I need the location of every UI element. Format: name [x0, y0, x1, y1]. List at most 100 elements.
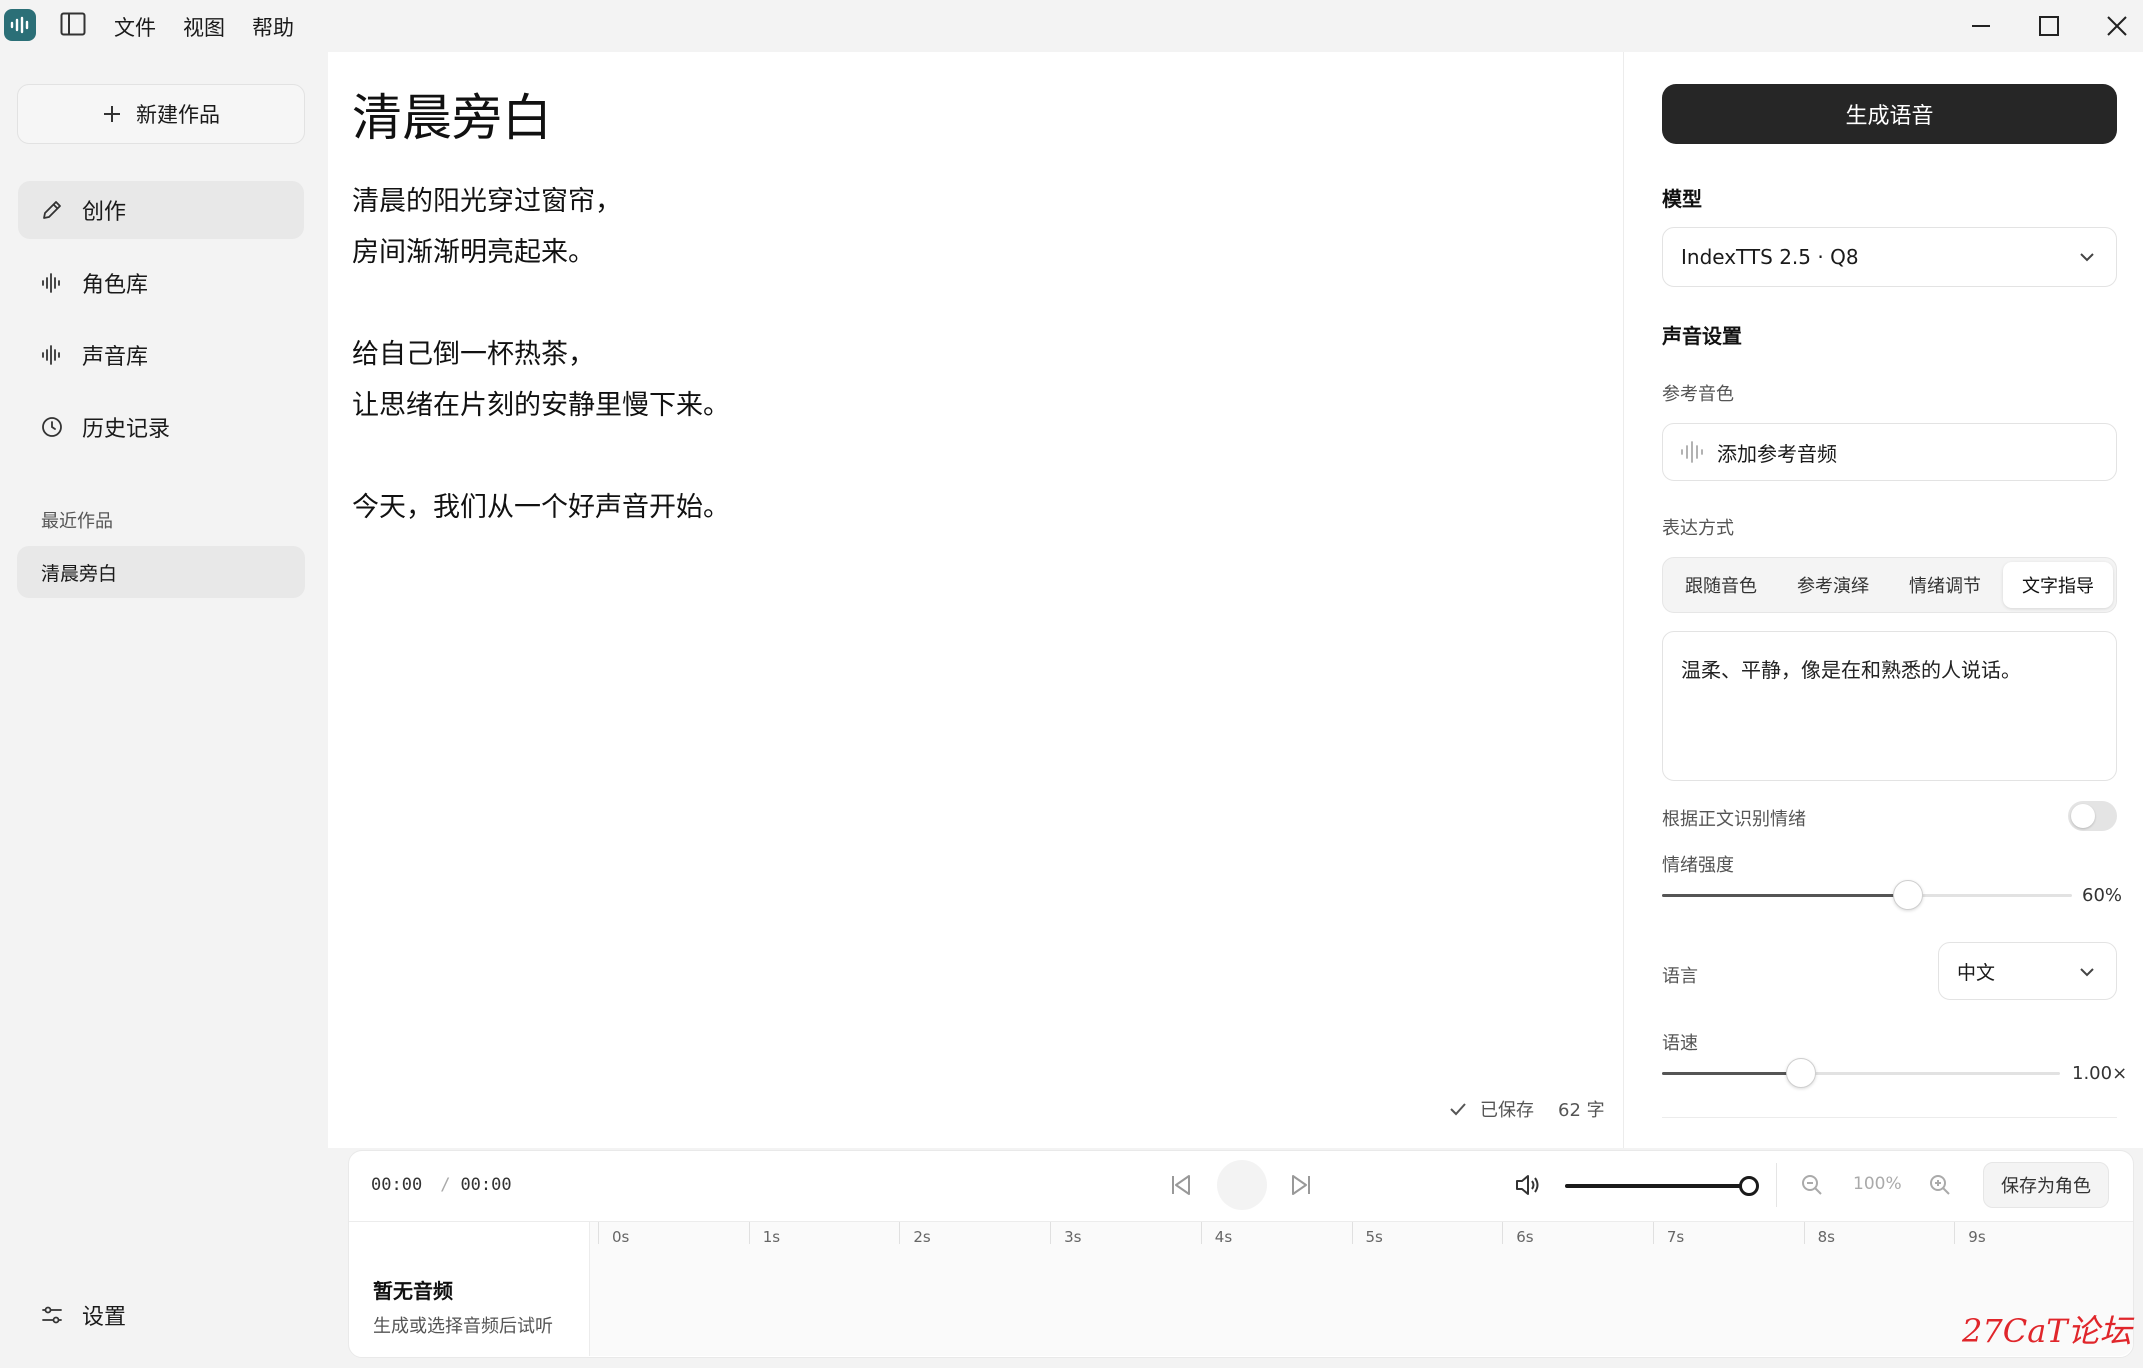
new-work-label: 新建作品 [136, 103, 220, 127]
timeline-tick [1803, 1222, 1805, 1244]
sliders-icon [42, 1306, 62, 1324]
speed-value: 1.00× [2072, 1063, 2128, 1084]
slider-thumb[interactable] [1893, 880, 1923, 910]
timeline-tick-label: 8s [1817, 1228, 1835, 1246]
timeline-tick [1502, 1222, 1504, 1244]
generate-speech-button[interactable]: 生成语音 [1662, 84, 2117, 144]
timeline-tick [1200, 1222, 1202, 1244]
emotion-strength-value: 60% [2082, 885, 2123, 906]
slider-thumb[interactable] [1786, 1058, 1816, 1088]
editor-line[interactable]: 清晨的阳光穿过窗帘， [352, 176, 622, 227]
timeline-tick-label: 3s [1064, 1228, 1082, 1246]
time-display: 00:00 / 00:00 [371, 1175, 512, 1195]
sidebar [0, 52, 328, 1368]
timeline-tick-label: 4s [1214, 1228, 1233, 1246]
instruction-textarea[interactable]: 温柔、平静，像是在和熟悉的人说话。 [1662, 631, 2117, 781]
zoom-in-button[interactable] [1928, 1173, 1952, 1201]
minimize-button[interactable] [1965, 10, 1997, 42]
saved-label: 已保存 [1480, 1100, 1534, 1121]
app-logo-icon [4, 9, 36, 41]
tab-reference-performance[interactable]: 参考演绎 [1779, 562, 1887, 608]
menu-file[interactable]: 文件 [114, 12, 156, 42]
language-select[interactable]: 中文 [1938, 942, 2117, 1000]
slider-fill [1565, 1184, 1749, 1188]
zoom-out-icon [1802, 1175, 1822, 1195]
timeline-tick [1954, 1222, 1956, 1244]
emotion-strength-slider[interactable] [1662, 880, 2072, 910]
recent-works-heading: 最近作品 [41, 511, 113, 532]
add-reference-audio-label: 添加参考音频 [1717, 441, 1837, 466]
save-as-role-button[interactable]: 保存为角色 [1983, 1162, 2109, 1208]
settings-button[interactable]: 设置 [18, 1286, 304, 1344]
sidebar-item-create[interactable]: 创作 [18, 181, 304, 239]
voice-settings-heading: 声音设置 [1662, 324, 1742, 348]
sidebar-item-label: 创作 [82, 200, 127, 225]
tab-emotion-adjust[interactable]: 情绪调节 [1891, 562, 1999, 608]
editor-line[interactable]: 今天，我们从一个好声音开始。 [352, 482, 730, 533]
speed-slider[interactable] [1662, 1058, 2060, 1088]
skip-forward-button[interactable] [1288, 1172, 1314, 1202]
timeline-tick [1652, 1222, 1654, 1244]
skip-forward-icon [1292, 1175, 1310, 1195]
volume-button[interactable] [1514, 1172, 1542, 1202]
waveform-icon [1681, 441, 1703, 463]
sidebar-item-label: 声音库 [82, 345, 149, 370]
menu-view[interactable]: 视图 [183, 12, 225, 42]
maximize-button[interactable] [2033, 10, 2065, 42]
editor-line[interactable]: 房间渐渐明亮起来。 [352, 227, 595, 278]
timeline-tick [1351, 1222, 1353, 1244]
timeline-tick [899, 1222, 901, 1244]
zoom-out-button[interactable] [1800, 1173, 1824, 1201]
menu-help[interactable]: 帮助 [252, 12, 294, 42]
sidebar-item-voices[interactable]: 声音库 [18, 326, 304, 384]
new-work-button[interactable]: 新建作品 [17, 84, 305, 144]
timeline-tick [748, 1222, 750, 1244]
tab-text-guidance[interactable]: 文字指导 [2003, 562, 2113, 608]
reference-timbre-label: 参考音色 [1662, 384, 1734, 405]
volume-slider[interactable] [1565, 1176, 1759, 1196]
editor-line[interactable]: 让思绪在片刻的安静里慢下来。 [352, 380, 730, 431]
current-time: 00:00 [371, 1175, 423, 1195]
sidebar-item-roles[interactable]: 角色库 [18, 254, 304, 312]
timeline-tick-label: 1s [762, 1228, 781, 1246]
play-button[interactable] [1217, 1160, 1267, 1210]
skip-back-icon [1172, 1175, 1190, 1195]
timeline-tick [1050, 1222, 1052, 1244]
timeline-tick-label: 5s [1365, 1228, 1383, 1246]
timeline-tick-label: 7s [1666, 1228, 1685, 1246]
title-bar: 文件 视图 帮助 [0, 0, 2143, 52]
auto-emotion-label: 根据正文识别情绪 [1662, 809, 1806, 830]
skip-back-button[interactable] [1168, 1172, 1194, 1202]
timeline-tick-label: 6s [1516, 1228, 1534, 1246]
pencil-icon [43, 201, 61, 219]
timeline-tick-label: 0s [612, 1228, 630, 1246]
add-reference-audio-button[interactable]: 添加参考音频 [1662, 423, 2117, 481]
empty-audio-hint: 生成或选择音频后试听 [373, 1316, 553, 1337]
waveform-icon [42, 345, 60, 365]
minimize-icon [1972, 25, 1990, 27]
page-title[interactable]: 清晨旁白 [352, 78, 552, 150]
model-value: IndexTTS 2.5 · Q8 [1681, 245, 1859, 269]
sidebar-item-history[interactable]: 历史记录 [18, 398, 304, 456]
model-select[interactable]: IndexTTS 2.5 · Q8 [1662, 227, 2117, 287]
tab-follow-timbre[interactable]: 跟随音色 [1667, 562, 1775, 608]
recent-work-label: 清晨旁白 [41, 562, 118, 585]
slider-fill [1662, 894, 1908, 897]
timeline-tick-label: 9s [1968, 1228, 1986, 1246]
check-icon [1450, 1103, 1466, 1116]
timeline-track[interactable] [590, 1222, 2133, 1356]
slider-thumb[interactable] [1739, 1176, 1759, 1196]
watermark: 27CaT论坛 [1962, 1312, 2132, 1350]
maximize-icon [2039, 16, 2059, 36]
total-time: 00:00 [460, 1175, 512, 1195]
auto-emotion-toggle[interactable] [2068, 801, 2117, 831]
close-button[interactable] [2101, 10, 2133, 42]
chevron-down-icon [2080, 968, 2094, 977]
chevron-down-icon [2080, 253, 2094, 262]
sidebar-toggle-icon[interactable] [60, 12, 86, 40]
expression-label: 表达方式 [1662, 518, 1734, 539]
close-icon [2107, 16, 2127, 36]
plus-icon [104, 106, 120, 122]
editor-line[interactable]: 给自己倒一杯热茶， [352, 329, 595, 380]
recent-work-item[interactable]: 清晨旁白 [17, 546, 305, 598]
